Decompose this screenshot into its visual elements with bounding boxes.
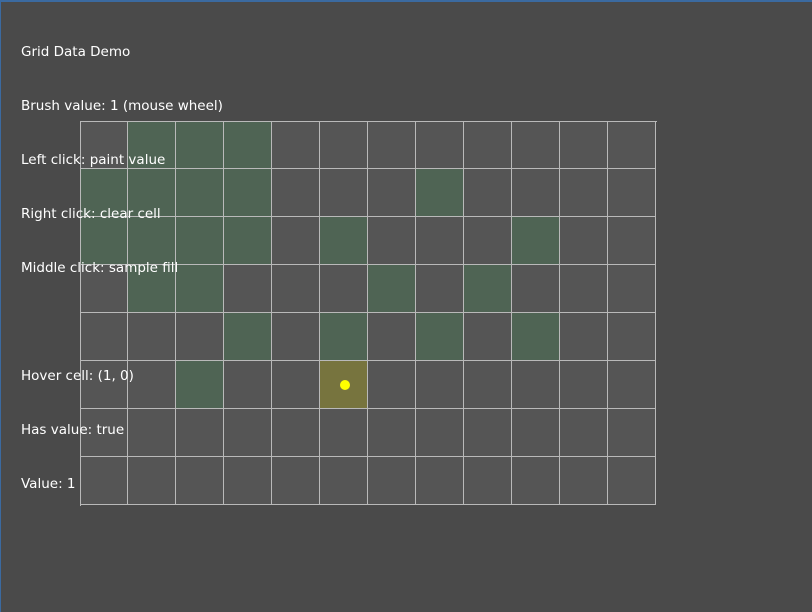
- window-left-border: [0, 0, 1, 612]
- grid-cell[interactable]: [272, 457, 320, 505]
- grid-cell[interactable]: [416, 409, 464, 457]
- hud-title: Grid Data Demo: [21, 44, 131, 60]
- grid-cell[interactable]: [512, 217, 560, 265]
- grid-cell[interactable]: [464, 361, 512, 409]
- grid-cell[interactable]: [608, 265, 656, 313]
- grid-cell[interactable]: [224, 265, 272, 313]
- grid-cell[interactable]: [608, 217, 656, 265]
- hud-panel: Grid Data Demo Brush value: 1 (mouse whe…: [21, 7, 223, 511]
- grid-cell[interactable]: [560, 265, 608, 313]
- grid-cell[interactable]: [368, 217, 416, 265]
- grid-cell[interactable]: [560, 313, 608, 361]
- grid-cell[interactable]: [272, 169, 320, 217]
- hud-hover-cell: Hover cell: (1, 0): [21, 368, 134, 384]
- grid-cell[interactable]: [416, 217, 464, 265]
- grid-cell[interactable]: [560, 169, 608, 217]
- grid-cell[interactable]: [272, 313, 320, 361]
- grid-cell[interactable]: [368, 121, 416, 169]
- grid-cell[interactable]: [416, 265, 464, 313]
- grid-cell[interactable]: [416, 169, 464, 217]
- grid-cell[interactable]: [560, 457, 608, 505]
- grid-cell[interactable]: [560, 121, 608, 169]
- grid-cell[interactable]: [608, 313, 656, 361]
- hud-has-value: Has value: true: [21, 422, 125, 438]
- grid-cell[interactable]: [368, 409, 416, 457]
- grid-cell[interactable]: [464, 217, 512, 265]
- grid-cell[interactable]: [608, 121, 656, 169]
- grid-cell[interactable]: [608, 409, 656, 457]
- grid-cell[interactable]: [464, 169, 512, 217]
- grid-cell[interactable]: [224, 217, 272, 265]
- grid-cell[interactable]: [368, 361, 416, 409]
- hud-middle-click-help: Middle click: sample fill: [21, 260, 179, 276]
- grid-cell[interactable]: [464, 121, 512, 169]
- grid-cell[interactable]: [320, 265, 368, 313]
- grid-cell[interactable]: [368, 265, 416, 313]
- grid-cell[interactable]: [464, 409, 512, 457]
- hud-left-click-help: Left click: paint value: [21, 152, 166, 168]
- grid-cell[interactable]: [320, 409, 368, 457]
- grid-cell[interactable]: [512, 361, 560, 409]
- grid-cell[interactable]: [608, 361, 656, 409]
- hud-value: Value: 1: [21, 476, 76, 492]
- grid-cell[interactable]: [512, 409, 560, 457]
- mouse-cursor-dot: [340, 380, 350, 390]
- grid-cell[interactable]: [368, 169, 416, 217]
- grid-cell[interactable]: [272, 409, 320, 457]
- grid-cell[interactable]: [320, 121, 368, 169]
- grid-cell[interactable]: [560, 409, 608, 457]
- grid-cell[interactable]: [224, 313, 272, 361]
- grid-cell[interactable]: [224, 361, 272, 409]
- grid-cell[interactable]: [368, 313, 416, 361]
- grid-cell[interactable]: [512, 313, 560, 361]
- grid-cell[interactable]: [512, 265, 560, 313]
- grid-cell[interactable]: [272, 217, 320, 265]
- grid-cell[interactable]: [224, 169, 272, 217]
- grid-cell[interactable]: [560, 361, 608, 409]
- grid-cell[interactable]: [224, 121, 272, 169]
- grid-cell[interactable]: [560, 217, 608, 265]
- grid-cell[interactable]: [464, 457, 512, 505]
- grid-cell[interactable]: [416, 121, 464, 169]
- grid-cell[interactable]: [272, 361, 320, 409]
- grid-cell[interactable]: [224, 457, 272, 505]
- grid-cell[interactable]: [320, 457, 368, 505]
- grid-cell[interactable]: [368, 457, 416, 505]
- grid-cell[interactable]: [320, 217, 368, 265]
- grid-cell[interactable]: [608, 457, 656, 505]
- grid-cell[interactable]: [512, 121, 560, 169]
- grid-cell[interactable]: [416, 313, 464, 361]
- grid-cell[interactable]: [416, 457, 464, 505]
- grid-cell[interactable]: [512, 457, 560, 505]
- grid-cell[interactable]: [512, 169, 560, 217]
- grid-cell[interactable]: [416, 361, 464, 409]
- grid-cell[interactable]: [320, 169, 368, 217]
- hud-right-click-help: Right click: clear cell: [21, 206, 161, 222]
- grid-cell[interactable]: [464, 265, 512, 313]
- grid-cell[interactable]: [464, 313, 512, 361]
- grid-cell[interactable]: [320, 313, 368, 361]
- grid-cell[interactable]: [272, 121, 320, 169]
- grid-cell[interactable]: [608, 169, 656, 217]
- grid-cell[interactable]: [272, 265, 320, 313]
- hud-spacer: [21, 313, 223, 331]
- hud-brush-value: Brush value: 1 (mouse wheel): [21, 98, 223, 114]
- window-top-border: [0, 0, 812, 2]
- grid-cell[interactable]: [224, 409, 272, 457]
